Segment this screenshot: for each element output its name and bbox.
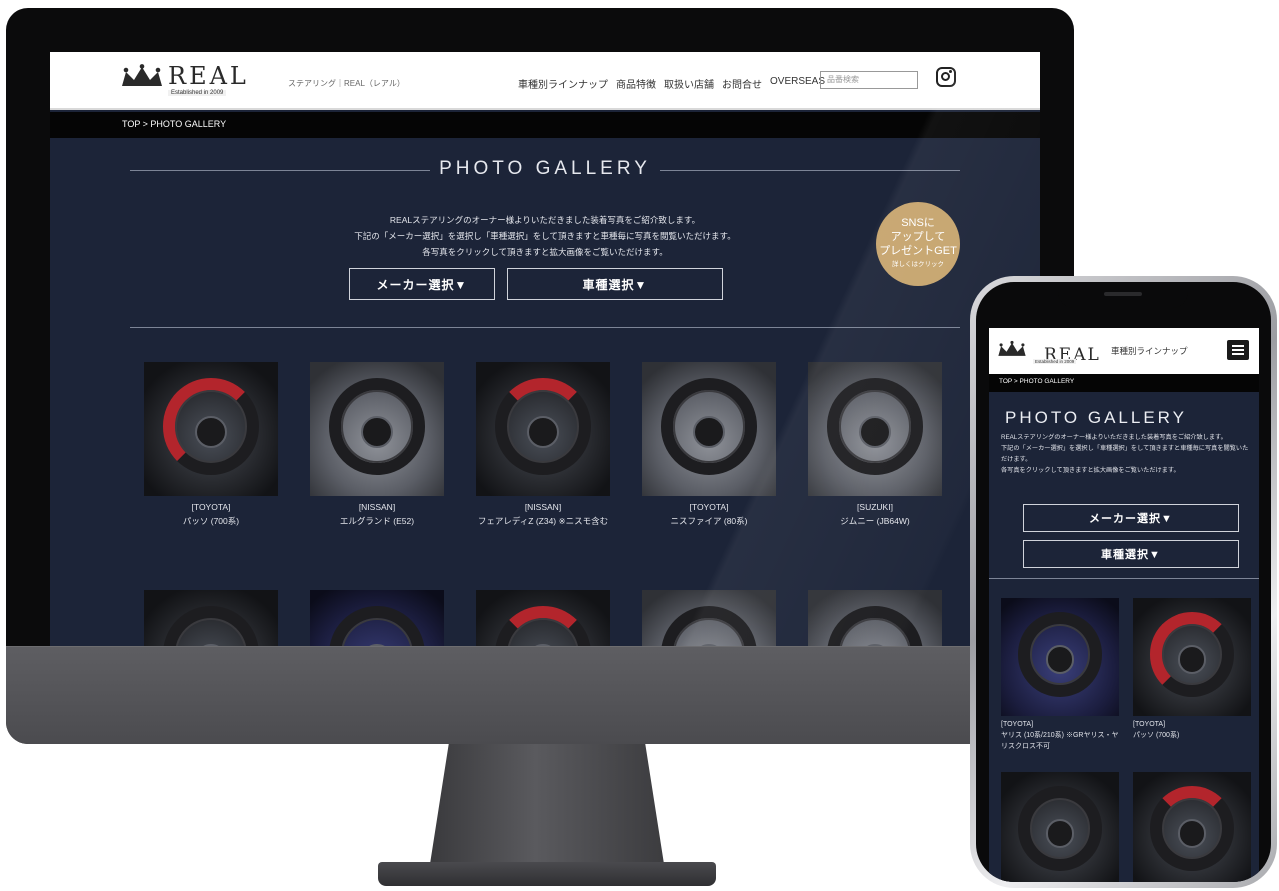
gallery-photo[interactable]: [808, 362, 942, 496]
desktop-monitor: REAL Established in 2009 ステアリング｜REAL（レアル…: [6, 8, 1074, 744]
section-divider: [130, 327, 960, 328]
gallery-card[interactable]: [476, 590, 610, 646]
sns-badge-line3: プレゼントGET: [879, 245, 957, 257]
gallery-photo[interactable]: [1133, 772, 1251, 882]
mobile-gallery-card[interactable]: [1001, 772, 1119, 882]
gallery-card[interactable]: [SUZUKI] ジムニー (JB64W): [808, 362, 942, 528]
mockup-stage: REAL Established in 2009 ステアリング｜REAL（レアル…: [0, 0, 1279, 891]
nav-contact[interactable]: お問合せ: [722, 76, 762, 91]
gallery-card[interactable]: [144, 590, 278, 646]
phone-notch: [1058, 282, 1188, 308]
intro-text: REALステアリングのオーナー様よりいただきました装着写真をご紹介致します。 下…: [310, 212, 780, 260]
gallery-photo[interactable]: [144, 590, 278, 646]
part-number-search-input[interactable]: 品番検索: [820, 71, 918, 89]
mobile-gallery-card[interactable]: [TOYOTA] パッソ (700系): [1133, 598, 1251, 741]
gallery-maker: [TOYOTA]: [1001, 721, 1034, 728]
sns-present-badge[interactable]: SNSに アップして プレゼントGET 詳しくはクリック: [876, 202, 960, 286]
gallery-maker: [NISSAN]: [524, 502, 562, 512]
gallery-card[interactable]: [310, 590, 444, 646]
smartphone: REAL Established in 2009 車種別ラインナップ TOP >…: [970, 276, 1277, 888]
intro-line-1: REALステアリングのオーナー様よりいただきました装着写真をご紹介致します。: [1001, 434, 1227, 441]
gallery-maker: [TOYOTA]: [689, 502, 729, 512]
gallery-photo[interactable]: [1133, 598, 1251, 716]
nav-stores[interactable]: 取扱い店舗: [664, 76, 714, 91]
gallery-card[interactable]: [TOYOTA] パッソ (700系): [144, 362, 278, 528]
mobile-gallery-card[interactable]: [TOYOTA] ヤリス (10系/210系) ※GRヤリス・ヤリスクロス不可: [1001, 598, 1119, 752]
gallery-maker: [TOYOTA]: [1133, 721, 1166, 728]
mobile-page-title: PHOTO GALLERY: [1005, 408, 1187, 427]
site-tagline: ステアリング｜REAL（レアル）: [288, 79, 405, 88]
mobile-car-select-button[interactable]: 車種選択▼: [1023, 540, 1239, 568]
crown-logo-icon: [120, 64, 164, 88]
breadcrumb-bar: TOP > PHOTO GALLERY: [50, 112, 1040, 138]
intro-line-2: 下記の「メーカー選択」を選択し「車種選択」をして頂きますと車種毎に写真を閲覧いた…: [1001, 445, 1249, 463]
logo-wordmark: REAL: [168, 62, 249, 90]
gallery-model: エルグランド (E52): [339, 516, 415, 526]
logo-established: Established in 2009: [168, 90, 227, 96]
logo-established: Established in 2009: [1033, 359, 1077, 364]
intro-line-3: 各写真をクリックして頂きますと拡大画像をご覧いただけます。: [422, 247, 668, 257]
gallery-model: ニスファイア (80系): [670, 516, 748, 526]
nav-features[interactable]: 商品特徴: [616, 76, 656, 91]
mobile-nav-lineup[interactable]: 車種別ラインナップ: [1111, 345, 1188, 357]
site-header: REAL Established in 2009 ステアリング｜REAL（レアル…: [50, 52, 1040, 110]
intro-line-2: 下記の「メーカー選択」を選択し「車種選択」をして頂きますと車種毎に写真を閲覧いた…: [354, 231, 736, 241]
gallery-photo[interactable]: [642, 362, 776, 496]
gallery-model: フェアレディZ (Z34) ※ニスモ含む: [477, 516, 609, 526]
gallery-card[interactable]: [NISSAN] フェアレディZ (Z34) ※ニスモ含む: [476, 362, 610, 528]
section-divider: [989, 578, 1259, 579]
sns-badge-sub: 詳しくはクリック: [892, 261, 944, 268]
gallery-photo[interactable]: [144, 362, 278, 496]
sns-badge-line1: SNSに: [901, 217, 935, 229]
instagram-icon[interactable]: [936, 67, 956, 87]
gallery-model: パッソ (700系): [1133, 732, 1180, 739]
desktop-screen: REAL Established in 2009 ステアリング｜REAL（レアル…: [50, 52, 1040, 646]
monitor-chin: [6, 646, 1074, 744]
monitor-base: [378, 862, 716, 886]
gallery-card[interactable]: [NISSAN] エルグランド (E52): [310, 362, 444, 528]
nav-lineup[interactable]: 車種別ラインナップ: [518, 76, 608, 91]
gallery-card[interactable]: [TOYOTA] ニスファイア (80系): [642, 362, 776, 528]
mobile-breadcrumb-bar: TOP > PHOTO GALLERY: [989, 374, 1259, 392]
gallery-photo[interactable]: [642, 590, 776, 646]
mobile-header: REAL Established in 2009 車種別ラインナップ: [989, 328, 1259, 374]
breadcrumb[interactable]: TOP > PHOTO GALLERY: [122, 119, 226, 129]
phone-bezel: REAL Established in 2009 車種別ラインナップ TOP >…: [976, 282, 1271, 882]
intro-line-3: 各写真をクリックして頂きますと拡大画像をご覧いただけます。: [1001, 467, 1180, 474]
site-logo[interactable]: REAL Established in 2009: [120, 62, 249, 96]
gallery-photo[interactable]: [1001, 772, 1119, 882]
main-nav: 車種別ラインナップ 商品特徴 取扱い店舗 お問合せ OVERSEAS: [518, 76, 825, 91]
page-title: PHOTO GALLERY: [439, 158, 651, 179]
gallery-photo[interactable]: [310, 362, 444, 496]
car-select-button[interactable]: 車種選択▼: [507, 268, 723, 300]
mobile-intro-text: REALステアリングのオーナー様よりいただきました装着写真をご紹介致します。 下…: [1001, 432, 1251, 476]
hamburger-menu-icon[interactable]: [1227, 340, 1249, 360]
gallery-photo[interactable]: [476, 590, 610, 646]
gallery-model: ジムニー (JB64W): [840, 516, 910, 526]
mobile-gallery-card[interactable]: [1133, 772, 1251, 882]
gallery-card[interactable]: [808, 590, 942, 646]
gallery-card[interactable]: [642, 590, 776, 646]
gallery-maker: [TOYOTA]: [191, 502, 231, 512]
monitor-stand: [430, 744, 664, 864]
gallery-maker: [SUZUKI]: [857, 502, 893, 512]
gallery-maker: [NISSAN]: [358, 502, 396, 512]
gallery-photo[interactable]: [310, 590, 444, 646]
intro-line-1: REALステアリングのオーナー様よりいただきました装着写真をご紹介致します。: [389, 215, 701, 225]
gallery-photo[interactable]: [476, 362, 610, 496]
mobile-screen: REAL Established in 2009 車種別ラインナップ TOP >…: [989, 328, 1259, 882]
gallery-model: ヤリス (10系/210系) ※GRヤリス・ヤリスクロス不可: [1001, 732, 1119, 750]
title-row: PHOTO GALLERY: [130, 156, 960, 186]
gallery-photo[interactable]: [1001, 598, 1119, 716]
mobile-maker-select-button[interactable]: メーカー選択▼: [1023, 504, 1239, 532]
gallery-photo[interactable]: [808, 590, 942, 646]
gallery-model: パッソ (700系): [182, 516, 240, 526]
breadcrumb[interactable]: TOP > PHOTO GALLERY: [999, 378, 1074, 385]
maker-select-button[interactable]: メーカー選択▼: [349, 268, 495, 300]
nav-overseas[interactable]: OVERSEAS: [770, 76, 825, 91]
sns-badge-line2: アップして: [890, 231, 946, 243]
